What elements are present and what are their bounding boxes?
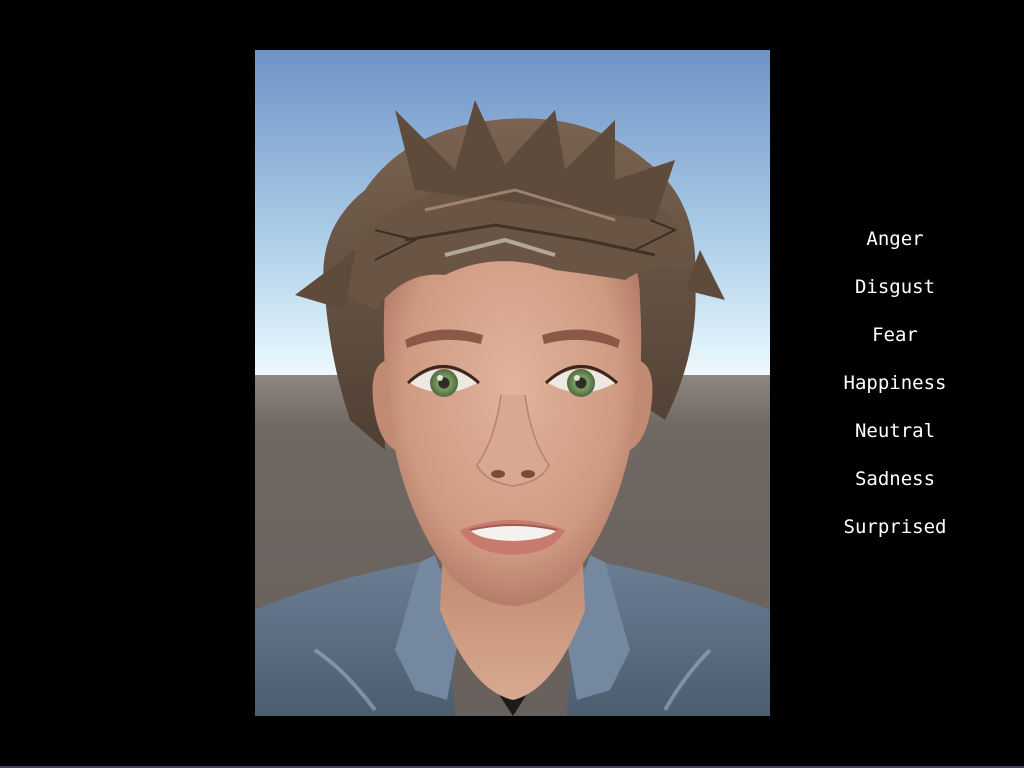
emotion-option-sadness[interactable]: Sadness	[830, 464, 960, 512]
emotion-option-surprised[interactable]: Surprised	[830, 512, 960, 560]
emotion-option-disgust[interactable]: Disgust	[830, 272, 960, 320]
emotion-option-fear[interactable]: Fear	[830, 320, 960, 368]
emotion-option-anger[interactable]: Anger	[830, 224, 960, 272]
emotion-option-neutral[interactable]: Neutral	[830, 416, 960, 464]
avatar-render-viewport	[255, 50, 770, 716]
app-screen: Anger Disgust Fear Happiness Neutral Sad…	[0, 0, 1024, 768]
emotion-menu: Anger Disgust Fear Happiness Neutral Sad…	[830, 224, 960, 560]
avatar-render	[255, 50, 770, 716]
emotion-option-happiness[interactable]: Happiness	[830, 368, 960, 416]
